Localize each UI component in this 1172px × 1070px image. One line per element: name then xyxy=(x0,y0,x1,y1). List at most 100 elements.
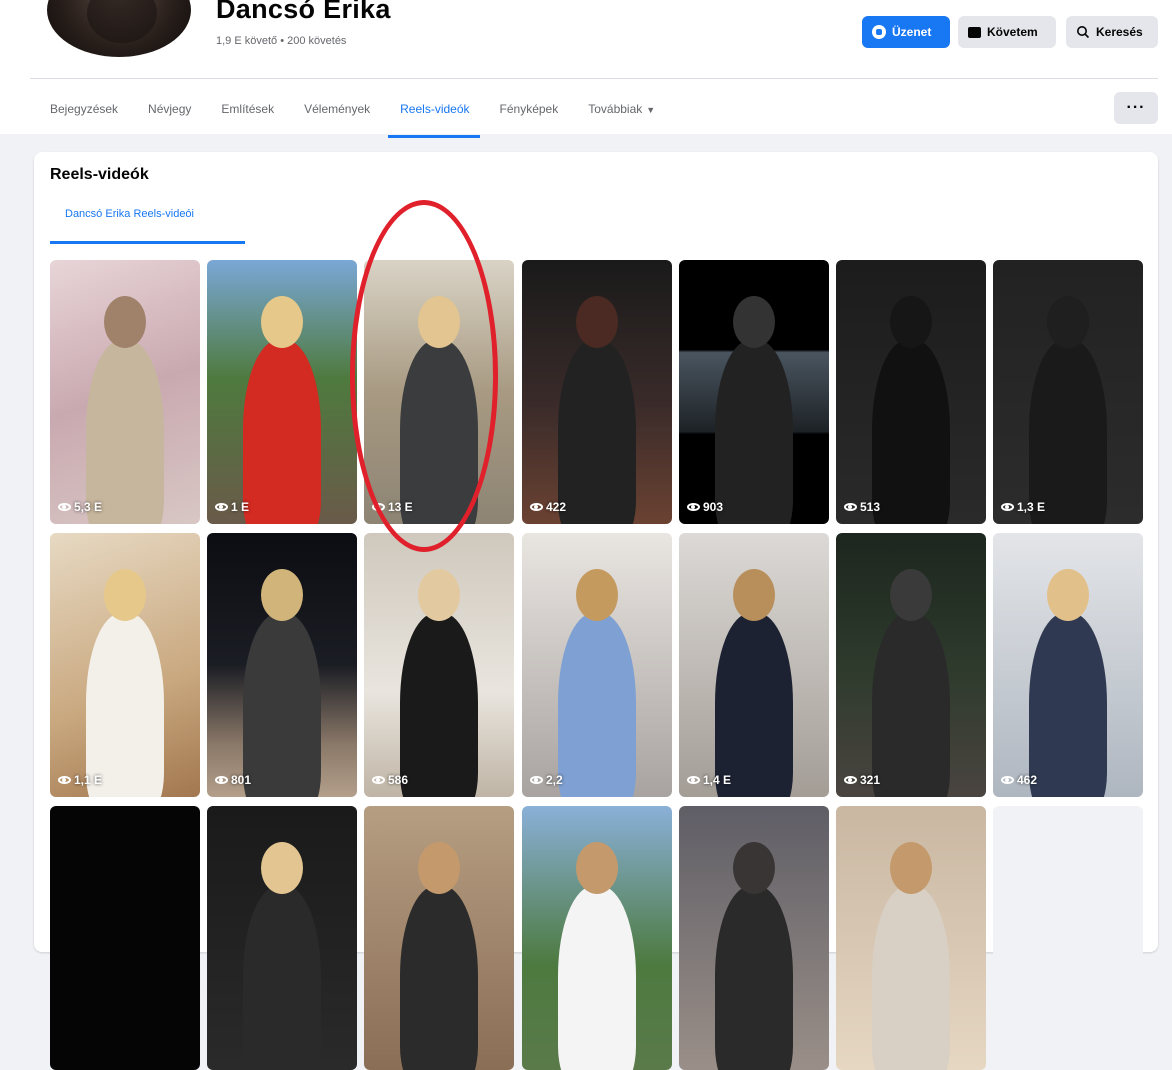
tab-photos-label: Fényképek xyxy=(499,102,559,116)
reel-view-count: 1,4 E xyxy=(687,773,731,787)
reel-view-count-label: 422 xyxy=(546,500,567,514)
reel-tile[interactable]: 513 xyxy=(836,260,986,524)
reel-tile[interactable]: 801 xyxy=(207,533,357,797)
follow-button-label: Követem xyxy=(987,25,1038,39)
eye-icon xyxy=(58,503,71,511)
reel-view-count: 321 xyxy=(844,773,880,787)
reel-thumbnail-head xyxy=(733,569,775,621)
reel-tile[interactable] xyxy=(679,806,829,1070)
eye-icon xyxy=(372,503,385,511)
reel-tile[interactable]: 2,2 xyxy=(522,533,672,797)
reel-tile[interactable] xyxy=(364,806,514,1070)
tab-more[interactable]: Továbbiak ▼ xyxy=(588,92,669,134)
reel-view-count-label: 462 xyxy=(1017,773,1038,787)
message-button-label: Üzenet xyxy=(892,25,932,39)
follow-icon xyxy=(968,26,981,38)
follower-count[interactable]: 1,9 E követő • 200 követés xyxy=(216,35,346,47)
reel-view-count-label: 513 xyxy=(860,500,881,514)
tab-posts-label: Bejegyzések xyxy=(50,102,119,116)
reel-view-count-label: 586 xyxy=(388,773,409,787)
tab-mentions-label: Említések xyxy=(221,102,275,116)
reel-tile[interactable]: 586 xyxy=(364,533,514,797)
more-options-button[interactable]: ··· xyxy=(1114,92,1158,124)
header-divider xyxy=(30,78,1158,79)
reel-thumbnail-head xyxy=(733,296,775,348)
reel-tile[interactable]: 1,1 E xyxy=(50,533,200,797)
reel-thumbnail-figure xyxy=(400,340,478,524)
tab-reviews-label: Vélemények xyxy=(304,102,371,116)
tab-mentions[interactable]: Említések xyxy=(221,92,288,134)
reel-view-count: 2,2 xyxy=(530,773,563,787)
reel-thumbnail-figure xyxy=(715,613,793,797)
reel-tile[interactable]: 5,3 E xyxy=(50,260,200,524)
reel-thumbnail-figure xyxy=(1029,613,1107,797)
reel-thumbnail-head xyxy=(104,842,146,894)
reel-view-count: 586 xyxy=(372,773,408,787)
tab-about[interactable]: Névjegy xyxy=(148,92,205,134)
reel-thumbnail-figure xyxy=(86,613,164,797)
reel-tile[interactable]: 1 E xyxy=(207,260,357,524)
reel-thumbnail-head xyxy=(418,296,460,348)
eye-icon xyxy=(530,776,543,784)
tab-more-label: Továbbiak xyxy=(588,102,643,116)
reel-thumbnail-figure xyxy=(243,340,321,524)
reel-view-count-label: 321 xyxy=(860,773,881,787)
reel-tile[interactable] xyxy=(207,806,357,1070)
eye-icon xyxy=(687,503,700,511)
tab-reviews[interactable]: Vélemények xyxy=(304,92,384,134)
eye-icon xyxy=(530,503,543,511)
reel-tile[interactable]: 1,3 E xyxy=(993,260,1143,524)
eye-icon xyxy=(687,776,700,784)
reel-placeholder xyxy=(993,806,1143,1070)
section-title: Reels-videók xyxy=(50,166,149,183)
reel-view-count-label: 903 xyxy=(703,500,724,514)
reel-thumbnail-head xyxy=(576,569,618,621)
search-button[interactable]: Keresés xyxy=(1066,16,1158,48)
reel-thumbnail-figure xyxy=(1029,340,1107,524)
reel-thumbnail-head xyxy=(261,296,303,348)
reel-thumbnail-figure xyxy=(400,886,478,1070)
reel-thumbnail-figure xyxy=(558,340,636,524)
reel-tile[interactable] xyxy=(50,806,200,1070)
reel-tile[interactable] xyxy=(522,806,672,1070)
reel-view-count-label: 1,1 E xyxy=(74,773,103,787)
reel-tile[interactable]: 462 xyxy=(993,533,1143,797)
reel-tile[interactable]: 903 xyxy=(679,260,829,524)
reel-view-count: 801 xyxy=(215,773,251,787)
follow-button[interactable]: Követem xyxy=(958,16,1056,48)
tab-reels[interactable]: Reels-videók xyxy=(388,92,483,138)
reel-tile[interactable]: 13 E xyxy=(364,260,514,524)
reel-tile[interactable] xyxy=(836,806,986,1070)
reel-thumbnail-figure xyxy=(558,886,636,1070)
search-button-label: Keresés xyxy=(1096,25,1143,39)
reel-thumbnail-figure xyxy=(872,613,950,797)
reel-thumbnail-head xyxy=(104,569,146,621)
reel-tile[interactable]: 321 xyxy=(836,533,986,797)
profile-name[interactable]: Dancsó Erika xyxy=(216,0,391,25)
reel-view-count-label: 1,3 E xyxy=(1017,500,1046,514)
subtab-user-reels[interactable]: Dancsó Erika Reels-videói xyxy=(50,202,245,244)
messenger-icon xyxy=(872,25,886,39)
reel-thumbnail-figure xyxy=(86,886,164,1070)
reel-thumbnail-head xyxy=(104,296,146,348)
tab-posts[interactable]: Bejegyzések xyxy=(50,92,132,134)
eye-icon xyxy=(215,503,228,511)
reel-thumbnail-head xyxy=(576,296,618,348)
reel-thumbnail-figure xyxy=(872,886,950,1070)
reel-thumbnail-head xyxy=(890,569,932,621)
eye-icon xyxy=(215,776,228,784)
eye-icon xyxy=(1001,776,1014,784)
tab-photos[interactable]: Fényképek xyxy=(500,92,573,134)
reel-thumbnail-figure xyxy=(715,886,793,1070)
eye-icon xyxy=(1001,503,1014,511)
message-button[interactable]: Üzenet xyxy=(862,16,950,48)
reel-thumbnail-figure xyxy=(558,613,636,797)
reel-view-count: 1,3 E xyxy=(1001,500,1045,514)
reel-tile[interactable]: 422 xyxy=(522,260,672,524)
reel-tile[interactable]: 1,4 E xyxy=(679,533,829,797)
reel-view-count-label: 1,4 E xyxy=(703,773,732,787)
reel-view-count: 462 xyxy=(1001,773,1037,787)
reel-view-count: 5,3 E xyxy=(58,500,102,514)
reel-thumbnail-head xyxy=(1047,296,1089,348)
reel-thumbnail-figure xyxy=(86,340,164,524)
